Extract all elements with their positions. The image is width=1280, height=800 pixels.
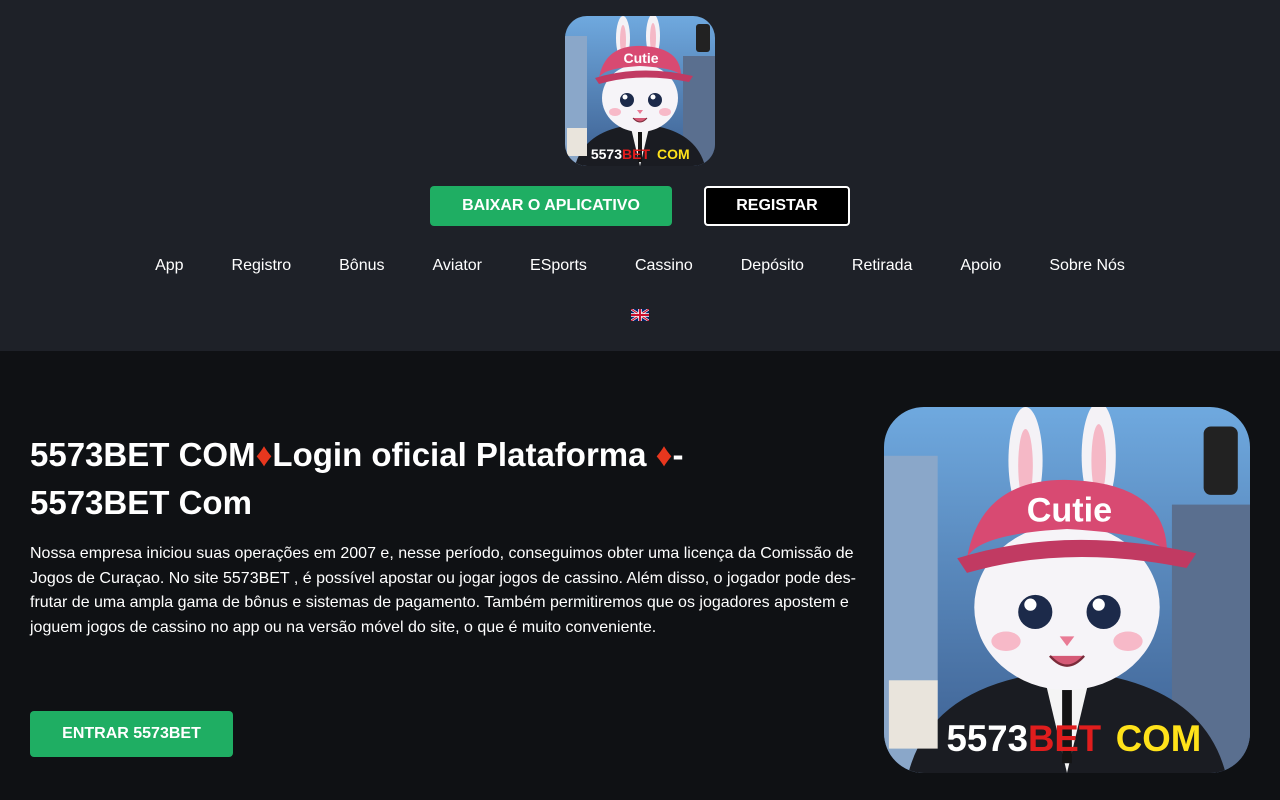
nav-item-app[interactable]: App — [131, 255, 207, 277]
svg-text:COM: COM — [1116, 718, 1201, 759]
diamond-icon: ♦ — [255, 436, 273, 473]
site-header: Cutie 5573 BET COM BAIXAR O APLICATIVO R… — [0, 0, 1280, 351]
title-dash: - — [672, 436, 684, 473]
nav-item-sobre-nos[interactable]: Sobre Nós — [1025, 255, 1149, 277]
cap-text: Cutie — [624, 50, 659, 66]
diamond-icon: ♦ — [655, 436, 673, 473]
site-logo[interactable]: Cutie 5573 BET COM — [565, 16, 715, 166]
svg-text:COM: COM — [657, 146, 690, 162]
hero-mascot-image: Cutie 5573 BET COM — [884, 407, 1250, 773]
nav-item-deposito[interactable]: Depósito — [717, 255, 828, 277]
svg-text:5573: 5573 — [947, 718, 1028, 759]
svg-text:BET: BET — [622, 146, 650, 162]
main-nav: App Registro Bônus Aviator ESports Cassi… — [0, 255, 1280, 277]
nav-item-cassino[interactable]: Cassino — [611, 255, 717, 277]
nav-item-registro[interactable]: Registro — [208, 255, 316, 277]
nav-item-retirada[interactable]: Retirada — [828, 255, 936, 277]
svg-text:BET: BET — [1028, 718, 1101, 759]
title-brand-2: 5573BET Com — [30, 484, 252, 521]
register-button[interactable]: REGISTAR — [704, 186, 850, 226]
nav-item-apoio[interactable]: Apoio — [936, 255, 1025, 277]
uk-flag-icon[interactable] — [630, 308, 650, 322]
download-app-button[interactable]: BAIXAR O APLICATIVO — [430, 186, 672, 226]
header-actions: BAIXAR O APLICATIVO REGISTAR — [0, 186, 1280, 226]
title-login: Login oficial Plataforma — [272, 436, 647, 473]
cap-text: Cutie — [1027, 492, 1112, 530]
svg-text:5573: 5573 — [591, 146, 622, 162]
bunny-mascot-image: Cutie 5573 BET COM — [565, 16, 715, 166]
title-brand: 5573BET COM — [30, 436, 256, 473]
nav-item-bonus[interactable]: Bônus — [315, 255, 408, 277]
page-title: 5573BET COM♦Login oficial Plataforma ♦- … — [30, 431, 810, 527]
intro-paragraph: Nossa empresa iniciou suas operações em … — [30, 545, 856, 636]
nav-item-aviator[interactable]: Aviator — [409, 255, 507, 277]
enter-button[interactable]: ENTRAR 5573BET — [30, 711, 233, 757]
hero-section: 5573BET COM♦Login oficial Plataforma ♦- … — [0, 351, 1280, 800]
nav-item-esports[interactable]: ESports — [506, 255, 611, 277]
